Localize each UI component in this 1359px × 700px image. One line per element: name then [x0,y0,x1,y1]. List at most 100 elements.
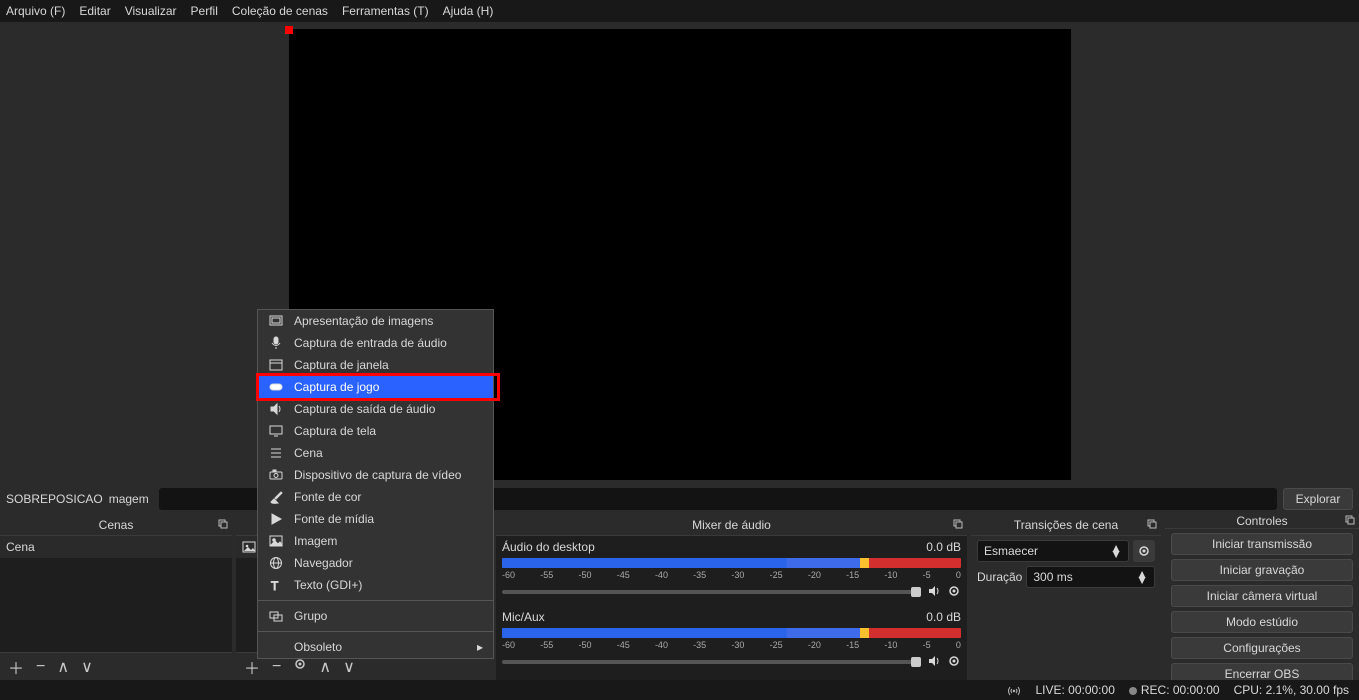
ctx-audio-input[interactable]: Captura de entrada de áudio [258,332,493,354]
menu-editar[interactable]: Editar [79,4,110,18]
mixer-dock: Mixer de áudio Áudio do desktop 0.0 dB -… [496,514,967,680]
camera-icon [268,467,284,483]
scenes-title: Cenas [0,514,232,536]
record-indicator-icon [1129,687,1137,695]
scene-item[interactable]: Cena [0,536,232,558]
channel-mic-controls [502,654,961,670]
ctx-video-capture[interactable]: Dispositivo de captura de vídeo [258,464,493,486]
updown-icon: ▲▼ [1136,571,1148,583]
scene-down-button[interactable]: ∨ [81,657,93,677]
ctx-browser[interactable]: Navegador [258,552,493,574]
ctx-audio-output[interactable]: Captura de saída de áudio [258,398,493,420]
transition-select[interactable]: Esmaecer ▲▼ [977,540,1129,562]
speaker-icon[interactable] [927,584,941,601]
menu-colecao[interactable]: Coleção de cenas [232,4,328,18]
gamepad-icon [268,379,284,395]
popout-icon[interactable] [953,518,963,532]
status-rec: REC: 00:00:00 [1129,683,1220,697]
menu-ajuda[interactable]: Ajuda (H) [443,4,494,18]
menu-ferramentas[interactable]: Ferramentas (T) [342,4,429,18]
menu-perfil[interactable]: Perfil [191,4,218,18]
ctx-slideshow[interactable]: Apresentação de imagens [258,310,493,332]
filename-suffix-label: magem [109,492,149,506]
transitions-title: Transições de cena [971,514,1161,536]
ctx-display-capture[interactable]: Captura de tela [258,420,493,442]
scene-up-button[interactable]: ∧ [57,657,69,677]
transitions-title-label: Transições de cena [1014,518,1118,532]
preview-area [0,22,1359,481]
window-icon [268,357,284,373]
transitions-dock: Transições de cena Esmaecer ▲▼ Duração 3… [971,514,1161,680]
mixer-body: Áudio do desktop 0.0 dB -60-55-50-45-40-… [496,536,967,680]
meter-ticks: -60-55-50-45-40-35-30-25-20-15-10-50 [502,570,961,580]
controls-dock: Controles Iniciar transmissão Iniciar gr… [1165,514,1359,680]
channel-mic-meter [502,628,961,638]
mic-icon [268,335,284,351]
mixer-title-label: Mixer de áudio [692,518,771,532]
start-record-button[interactable]: Iniciar gravação [1171,559,1353,581]
image-icon [268,533,284,549]
controls-title: Controles [1165,514,1359,529]
source-down-button[interactable]: ∨ [343,657,355,677]
ctx-text[interactable]: TTexto (GDI+) [258,574,493,596]
image-icon [242,540,256,554]
popout-icon[interactable] [1147,518,1157,532]
ctx-scene[interactable]: Cena [258,442,493,464]
mixer-title: Mixer de áudio [496,514,967,536]
popout-icon[interactable] [218,518,228,532]
speaker-icon[interactable] [927,654,941,671]
globe-icon [268,555,284,571]
menu-visualizar[interactable]: Visualizar [125,4,177,18]
menu-arquivo[interactable]: Arquivo (F) [6,4,65,18]
submenu-arrow-icon: ▸ [477,640,483,654]
meter-ticks: -60-55-50-45-40-35-30-25-20-15-10-50 [502,640,961,650]
ctx-group[interactable]: Grupo [258,605,493,627]
transition-settings-button[interactable] [1133,540,1155,562]
menubar: Arquivo (F) Editar Visualizar Perfil Col… [0,0,1359,22]
ctx-game-capture[interactable]: Captura de jogo [258,376,493,398]
selection-handle[interactable] [285,26,293,34]
remove-source-button[interactable]: − [272,658,281,676]
ctx-obsolete[interactable]: Obsoleto▸ [258,636,493,658]
scenes-list[interactable]: Cena [0,536,232,652]
group-icon [268,608,284,624]
transition-duration-value: 300 ms [1033,570,1072,584]
docks: Cenas Cena ＋ − ∧ ∨ Fontes [0,514,1359,680]
scenes-title-label: Cenas [99,518,134,532]
start-virtualcam-button[interactable]: Iniciar câmera virtual [1171,585,1353,607]
gear-icon[interactable] [947,584,961,601]
svg-text:T: T [271,579,279,592]
transition-duration-label: Duração [977,570,1022,584]
settings-button[interactable]: Configurações [1171,637,1353,659]
channel-desktop-volume-slider[interactable] [502,590,921,594]
channel-mic-volume-slider[interactable] [502,660,921,664]
list-icon [268,445,284,461]
ctx-color-source[interactable]: Fonte de cor [258,486,493,508]
separator [258,631,493,632]
separator [258,600,493,601]
channel-mic-name: Mic/Aux [502,610,545,624]
source-up-button[interactable]: ∧ [319,657,331,677]
overlay-row: SOBREPOSICAO magem Explorar [0,483,1359,514]
transition-duration-input[interactable]: 300 ms ▲▼ [1026,566,1155,588]
studio-mode-button[interactable]: Modo estúdio [1171,611,1353,633]
overlay-label: SOBREPOSICAO [6,492,103,506]
add-scene-button[interactable]: ＋ [8,655,24,679]
source-props-button[interactable] [293,657,307,676]
channel-desktop-meter [502,558,961,568]
scenes-toolbar: ＋ − ∧ ∨ [0,652,232,680]
play-icon [268,511,284,527]
channel-desktop-controls [502,584,961,600]
monitor-icon [268,423,284,439]
ctx-image[interactable]: Imagem [258,530,493,552]
gear-icon[interactable] [947,654,961,671]
brush-icon [268,489,284,505]
start-stream-button[interactable]: Iniciar transmissão [1171,533,1353,555]
ctx-media-source[interactable]: Fonte de mídia [258,508,493,530]
popout-icon[interactable] [1345,514,1355,528]
ctx-window-capture[interactable]: Captura de janela [258,354,493,376]
status-live: LIVE: 00:00:00 [1035,683,1114,697]
explore-button[interactable]: Explorar [1283,488,1353,510]
remove-scene-button[interactable]: − [36,658,45,676]
broadcast-icon [1007,683,1021,697]
